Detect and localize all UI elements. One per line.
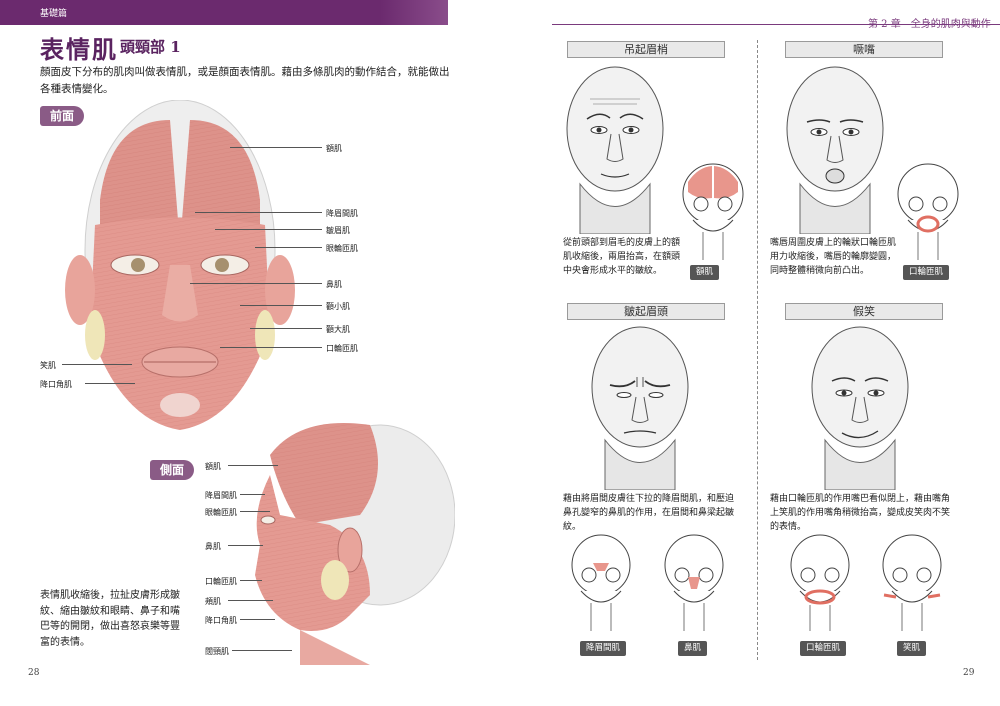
muscle-tag: 鼻肌 [678,641,708,656]
leader-line [250,328,322,329]
muscle-tag: 降眉間肌 [580,641,627,656]
leader-line [240,511,270,512]
face-sketch [591,326,689,490]
panel-title: 吊起眉梢 [567,41,725,58]
panel-description: 從前頭部到眉毛的皮膚上的額肌收縮後，兩眉抬高，在額頭中央會形成水平的皺紋。 [563,238,681,276]
leader-line [228,465,278,466]
panel-title: 假笑 [785,303,943,320]
muscle-label: 鼻肌 [326,280,342,289]
leader-line [240,305,322,306]
leader-line [230,147,322,148]
muscle-label: 皺眉肌 [326,226,350,235]
side-face-illustration [255,423,455,665]
page-title: 表情肌 [40,35,118,64]
panel-description: 藉由將眉間皮膚往下拉的降眉間肌，和壓迫鼻孔變窄的鼻肌的作用，在眉間和鼻梁起皺紋。 [563,494,735,532]
header-bar-fade [380,0,448,25]
muscle-tag: 笑肌 [897,641,927,656]
muscle-label: 笑肌 [40,361,56,370]
panel-description: 藉由口輪匝肌的作用嘴巴看似閉上，藉由嘴角上笑肌的作用嘴角稍微抬高，變成皮笑肉不笑… [770,494,951,532]
muscle-label: 降眉間肌 [205,491,237,500]
muscle-label: 顴大肌 [326,325,350,334]
muscle-label: 額肌 [205,462,221,471]
muscle-label: 口輪匝肌 [205,577,237,586]
page-number-left: 28 [28,668,40,678]
muscle-label: 降口角肌 [40,380,72,389]
side-view-label: 側面 [150,460,195,480]
page-number-right: 29 [963,668,975,678]
leader-line [228,600,273,601]
face-sketch [786,66,884,234]
panel-title: 噘嘴 [785,41,943,58]
muscle-label: 額肌 [326,144,342,153]
muscle-label: 口輪匝肌 [326,344,358,353]
leader-line [240,494,265,495]
panel-title: 皺起眉頭 [567,303,725,320]
leader-line [195,212,322,213]
chapter-header: 第 2 章 全身的肌肉與動作 [868,19,991,30]
leader-line [215,229,322,230]
muscle-label: 頰肌 [205,597,221,606]
muscle-tag: 額肌 [690,265,720,280]
panel-description: 嘴唇周圍皮膚上的輪狀口輪匝肌用力收縮後，嘴唇的輪廓變圓，同時整體稍微向前凸出。 [770,238,897,276]
skull-diagram [571,534,631,631]
leader-line [190,283,322,284]
leader-line [240,619,275,620]
skull-diagram [897,163,959,260]
leader-line [228,545,263,546]
column-divider [757,40,758,660]
face-sketch [566,66,664,234]
skull-diagram [682,163,744,260]
muscle-label: 顴小肌 [326,302,350,311]
section-tag: 基礎篇 [40,9,68,19]
body-paragraph: 表情肌收縮後，拉扯皮膚形成皺紋、縮由皺紋和眼睛、鼻子和嘴巴等的開閉，做出喜怒哀樂… [40,590,180,648]
muscle-tag: 口輪匝肌 [800,641,847,656]
leader-line [240,580,262,581]
page-subtitle: 頭頸部 1 [120,38,181,56]
muscle-label: 眼輪匝肌 [205,508,237,517]
face-sketch [811,326,909,490]
leader-line [255,247,322,248]
muscle-label: 降口角肌 [205,616,237,625]
leader-line [62,364,132,365]
leader-line [85,383,135,384]
leader-line [220,347,322,348]
intro-text: 顏面皮下分布的肌肉叫做表情肌，或是顏面表情肌。藉由多條肌肉的動作結合，就能做出各… [40,66,450,95]
muscle-label: 鼻肌 [205,542,221,551]
skull-diagram [790,534,850,631]
leader-line [232,650,292,651]
muscle-label: 眼輪匝肌 [326,244,358,253]
skull-diagram [882,534,942,631]
muscle-label: 闊頸肌 [205,647,229,656]
front-face-illustration [65,100,295,430]
muscle-tag: 口輪匝肌 [903,265,950,280]
skull-diagram [664,534,724,631]
muscle-label: 降眉間肌 [326,209,358,218]
